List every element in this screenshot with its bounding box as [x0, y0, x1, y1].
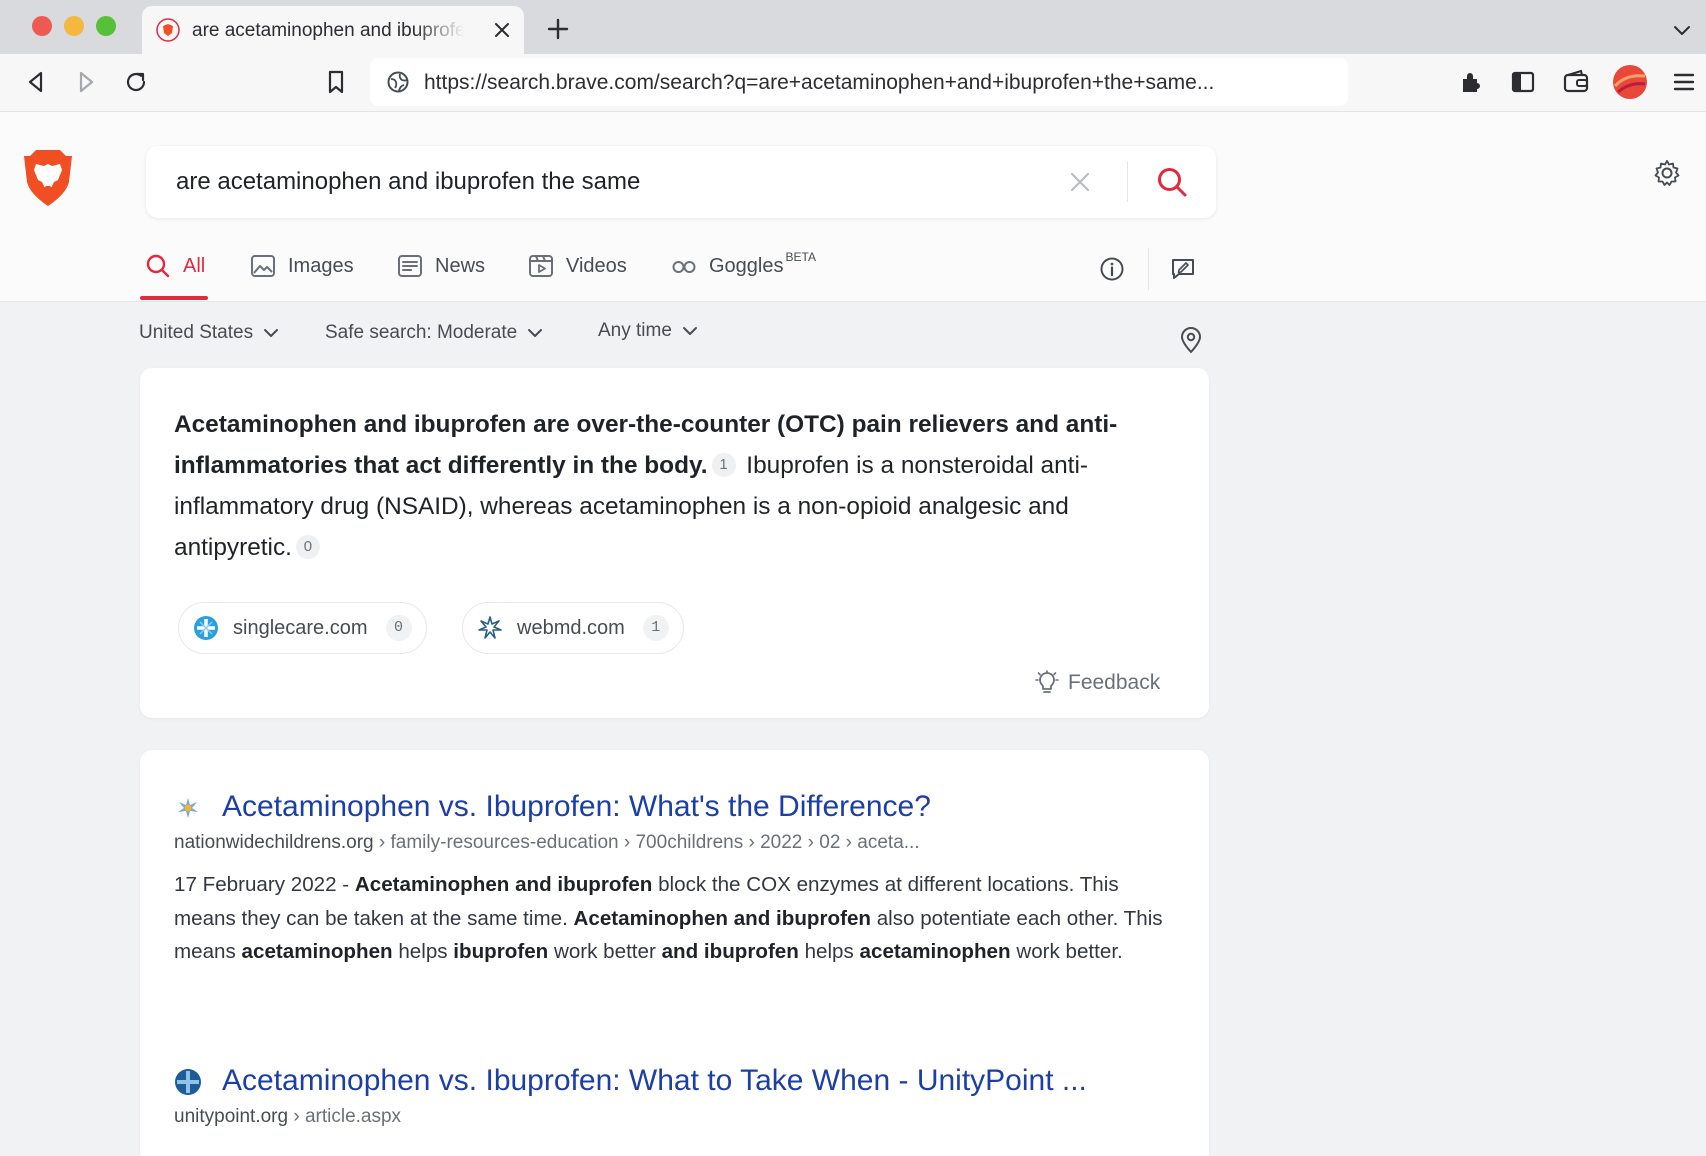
- summary-card: Acetaminophen and ibuprofen are over-the…: [140, 368, 1209, 718]
- time-filter-label: Any time: [598, 320, 672, 341]
- highlighted-term: acetaminophen: [241, 940, 393, 963]
- country-filter[interactable]: United States: [139, 322, 281, 344]
- chevron-down-icon: [528, 329, 543, 337]
- source-name: webmd.com: [517, 616, 625, 639]
- active-tab-indicator: [140, 296, 208, 300]
- summary-text: Acetaminophen and ibuprofen are over-the…: [174, 404, 1174, 568]
- tab-videos[interactable]: Videos: [528, 252, 627, 302]
- description-text: work better: [548, 940, 662, 963]
- news-icon: [398, 255, 422, 277]
- back-icon[interactable]: [22, 68, 50, 96]
- search-box: [146, 146, 1216, 218]
- brave-lion-logo-icon[interactable]: [22, 148, 74, 208]
- result-breadcrumb[interactable]: unitypoint.org › article.aspx: [174, 1106, 401, 1128]
- minimize-window-button[interactable]: [64, 16, 84, 36]
- goggles-icon: [672, 261, 696, 273]
- description-text: helps: [798, 940, 860, 963]
- search-input[interactable]: [176, 146, 1056, 218]
- highlighted-term: and ibuprofen: [661, 940, 799, 963]
- reload-icon[interactable]: [122, 68, 150, 96]
- location-pin-icon[interactable]: [1178, 326, 1204, 354]
- tab-goggles[interactable]: Goggles BETA: [671, 250, 816, 302]
- citation-badge[interactable]: 0: [295, 535, 320, 559]
- video-icon: [529, 255, 553, 277]
- singlecare-favicon-icon: [194, 616, 218, 640]
- tab-images-label: Images: [288, 255, 354, 277]
- nationwidechildrens-favicon-icon: [178, 798, 198, 818]
- description-text: work better.: [1010, 940, 1123, 963]
- new-tab-icon[interactable]: [545, 16, 571, 42]
- beta-badge: BETA: [785, 250, 816, 264]
- citation-badge[interactable]: 1: [711, 453, 736, 477]
- url-text: https://search.brave.com/search?q=are+ac…: [424, 71, 1215, 94]
- source-chip-singlecare[interactable]: singlecare.com 0: [178, 602, 427, 654]
- results-card: Acetaminophen vs. Ibuprofen: What's the …: [140, 750, 1209, 1156]
- lightbulb-icon: [1035, 670, 1059, 693]
- webmd-favicon-icon: [478, 616, 502, 639]
- menu-icon[interactable]: [1670, 68, 1698, 96]
- source-count: 1: [642, 615, 669, 641]
- tab-all[interactable]: All: [145, 252, 205, 302]
- feedback-chat-icon[interactable]: [1170, 256, 1196, 282]
- address-bar[interactable]: https://search.brave.com/search?q=are+ac…: [370, 58, 1348, 106]
- sidebar-icon[interactable]: [1509, 68, 1537, 96]
- highlighted-term: ibuprofen: [453, 940, 549, 963]
- result-path: › article.aspx: [288, 1106, 402, 1127]
- settings-gear-icon[interactable]: [1652, 158, 1682, 188]
- profile-avatar-icon[interactable]: [1612, 64, 1648, 100]
- close-tab-icon[interactable]: [490, 18, 514, 42]
- title-bar: are acetaminophen and ibuprofen the same…: [0, 0, 1706, 54]
- time-filter[interactable]: Any time: [598, 320, 700, 342]
- image-icon: [251, 255, 275, 277]
- highlighted-term: Acetaminophen and ibuprofen: [354, 873, 653, 896]
- search-icon: [146, 254, 170, 278]
- site-info-icon[interactable]: [386, 70, 410, 94]
- browser-tab[interactable]: are acetaminophen and ibuprofen the same…: [142, 6, 524, 54]
- description-text: helps: [392, 940, 454, 963]
- bookmark-icon[interactable]: [322, 68, 350, 96]
- search-submit-icon[interactable]: [1154, 164, 1190, 200]
- search-divider: [1127, 162, 1128, 202]
- source-chip-webmd[interactable]: webmd.com 1: [462, 602, 684, 654]
- chevron-down-icon[interactable]: [1670, 18, 1694, 42]
- highlighted-term: acetaminophen: [859, 940, 1011, 963]
- info-icon[interactable]: [1099, 256, 1125, 282]
- brave-favicon-icon: [156, 18, 180, 42]
- tab-news-label: News: [435, 255, 486, 277]
- unitypoint-favicon-icon: [175, 1069, 201, 1095]
- tab-videos-label: Videos: [566, 255, 627, 277]
- safe-search-filter-label: Safe search: Moderate: [325, 322, 518, 343]
- description-text: 17 February 2022 -: [174, 873, 355, 896]
- tab-goggles-label: Goggles: [709, 255, 784, 277]
- result-title-link[interactable]: Acetaminophen vs. Ibuprofen: What to Tak…: [222, 1064, 1087, 1098]
- feedback-button[interactable]: Feedback: [1034, 670, 1160, 696]
- close-window-button[interactable]: [32, 16, 52, 36]
- result-description: 17 February 2022 - Acetaminophen and ibu…: [174, 868, 1174, 969]
- highlighted-term: Acetaminophen and ibuprofen: [573, 906, 871, 930]
- maximize-window-button[interactable]: [96, 16, 116, 36]
- country-filter-label: United States: [139, 322, 254, 343]
- tab-all-label: All: [183, 255, 206, 277]
- chevron-down-icon: [264, 329, 279, 337]
- result-domain: nationwidechildrens.org: [174, 832, 374, 853]
- tab-title: are acetaminophen and ibuprofen the same…: [192, 20, 464, 41]
- safe-search-filter[interactable]: Safe search: Moderate: [325, 322, 545, 344]
- extensions-icon[interactable]: [1458, 68, 1486, 96]
- header-divider: [1148, 248, 1149, 290]
- result-path: › family-resources-education › 700childr…: [373, 832, 920, 853]
- source-name: singlecare.com: [233, 616, 368, 639]
- wallet-icon[interactable]: [1562, 68, 1590, 96]
- feedback-label: Feedback: [1068, 671, 1161, 694]
- clear-search-icon[interactable]: [1066, 168, 1094, 196]
- result-breadcrumb[interactable]: nationwidechildrens.org › family-resourc…: [174, 832, 920, 854]
- source-count: 0: [385, 615, 412, 641]
- forward-icon[interactable]: [72, 68, 100, 96]
- tab-images[interactable]: Images: [250, 252, 354, 302]
- browser-toolbar: https://search.brave.com/search?q=are+ac…: [0, 54, 1706, 112]
- result-domain: unitypoint.org: [174, 1106, 289, 1127]
- tab-news[interactable]: News: [397, 252, 485, 302]
- result-title-link[interactable]: Acetaminophen vs. Ibuprofen: What's the …: [222, 790, 931, 824]
- chevron-down-icon: [682, 327, 697, 335]
